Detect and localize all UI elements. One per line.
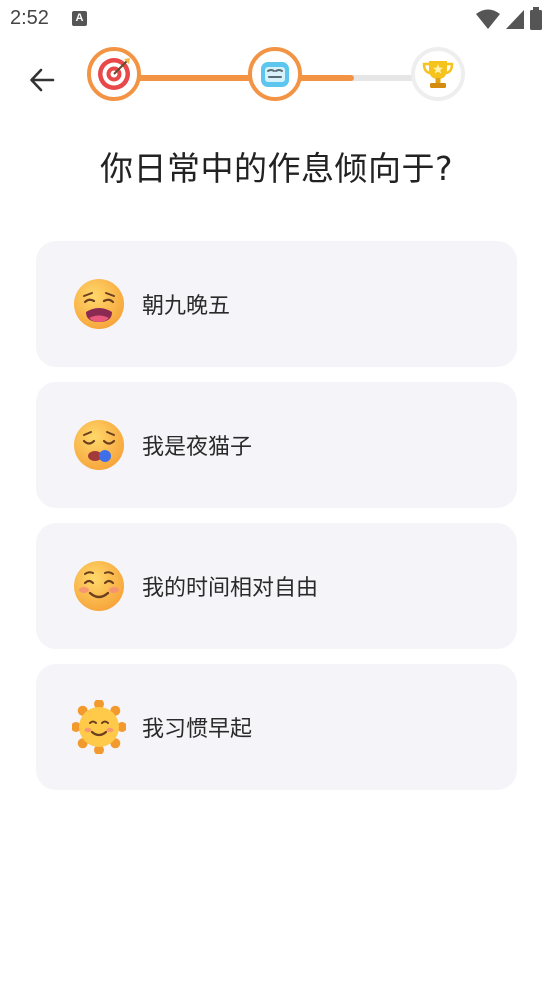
option-flexible-time[interactable]: 我的时间相对自由	[36, 523, 517, 649]
status-time: 2:52	[10, 7, 49, 29]
wifi-icon	[476, 9, 500, 29]
option-label: 我的时间相对自由	[142, 576, 319, 601]
option-label: 我习惯早起	[142, 717, 253, 742]
trophy-icon	[422, 61, 454, 88]
option-label: 我是夜猫子	[142, 435, 253, 460]
option-label: 朝九晚五	[142, 294, 231, 319]
battery-icon	[530, 7, 542, 30]
option-list: 朝九晚五 我是夜猫子 我的时间相对自由 我习惯早起	[36, 241, 517, 805]
progress-fill	[114, 75, 354, 81]
option-early-riser[interactable]: 我习惯早起	[36, 664, 517, 790]
step-goal	[87, 47, 141, 101]
cellular-signal-icon	[506, 10, 524, 29]
notification-a-icon: A	[72, 11, 87, 26]
back-button[interactable]	[22, 60, 62, 100]
smiling-face-icon	[74, 561, 124, 611]
target-icon	[98, 58, 130, 90]
question-title: 你日常中的作息倾向于?	[99, 149, 453, 188]
option-night-owl[interactable]: 我是夜猫子	[36, 382, 517, 508]
step-reward	[411, 47, 465, 101]
step-routine	[248, 47, 302, 101]
tired-face-icon	[74, 279, 124, 329]
option-nine-to-five[interactable]: 朝九晚五	[36, 241, 517, 367]
status-bar: 2:52 A	[0, 0, 553, 38]
alarm-clock-icon	[261, 62, 289, 87]
progress-stepper	[84, 47, 470, 109]
arrow-left-icon	[30, 68, 55, 92]
sun-face-icon	[72, 700, 126, 754]
status-indicators	[475, 6, 543, 32]
sleepy-face-icon	[74, 420, 124, 470]
